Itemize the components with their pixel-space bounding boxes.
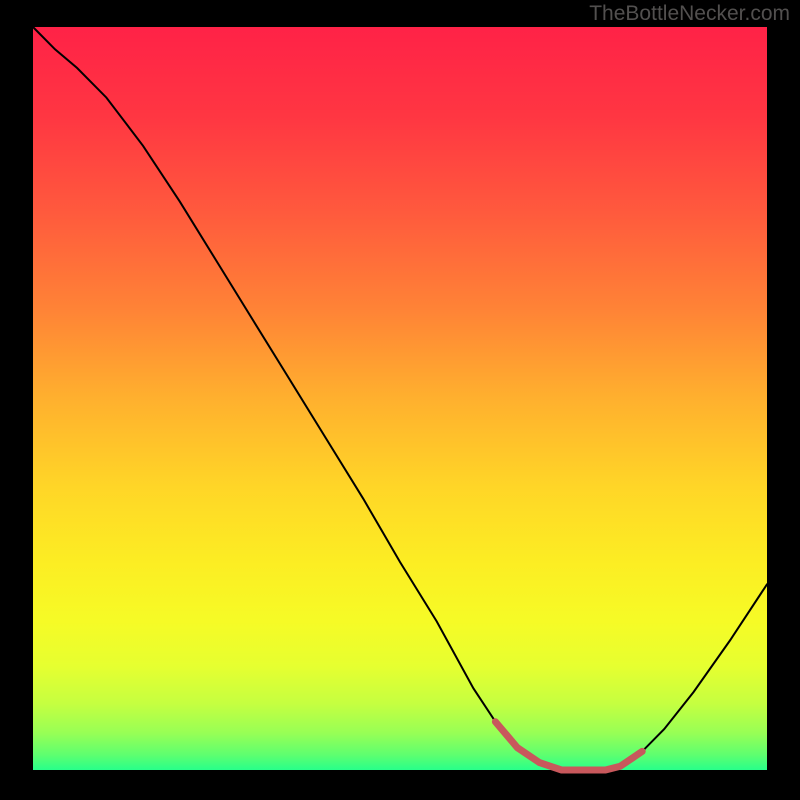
bottleneck-chart	[0, 0, 800, 800]
chart-stage: TheBottleNecker.com	[0, 0, 800, 800]
watermark-text: TheBottleNecker.com	[589, 2, 790, 26]
gradient-background	[33, 27, 767, 770]
